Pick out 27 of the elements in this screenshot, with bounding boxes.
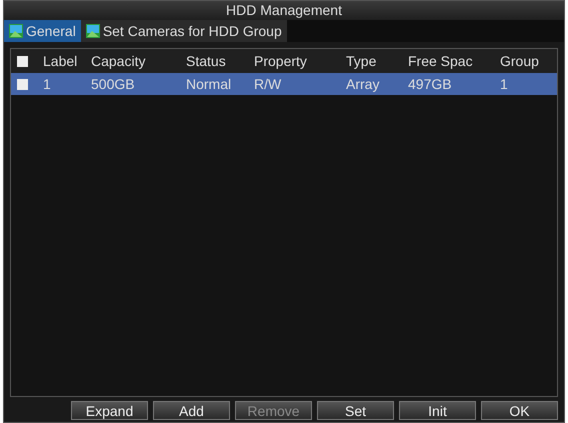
- tab[interactable]: General: [4, 20, 81, 42]
- table-cell-text: R/W: [253, 76, 282, 92]
- dialog-button[interactable]: Set: [317, 401, 394, 420]
- picture-icon: [9, 24, 23, 38]
- column-header: Capacity: [90, 53, 146, 69]
- checkbox[interactable]: [17, 78, 28, 90]
- window-title: HDD Management: [4, 1, 564, 20]
- table-cell-text: Array: [345, 76, 380, 92]
- column-header: Free Spac: [407, 53, 474, 69]
- checkbox[interactable]: [17, 56, 28, 66]
- column-header: Type: [345, 53, 378, 69]
- dialog-button[interactable]: Init: [399, 401, 476, 420]
- table-row[interactable]: 1 500GB Normal R/W Array 497GB 1: [11, 73, 557, 95]
- dialog-button[interactable]: OK: [481, 401, 558, 420]
- table-cell-text: Normal: [185, 76, 232, 92]
- table-cell-text: 497GB: [407, 76, 453, 92]
- column-header: Status: [185, 53, 227, 69]
- tab[interactable]: Set Cameras for HDD Group: [80, 20, 287, 42]
- picture-icon: [86, 24, 100, 38]
- dialog-button[interactable]: Expand: [71, 401, 148, 420]
- table-cell-text: 1: [42, 76, 52, 92]
- column-header: Label: [42, 53, 78, 69]
- table-cell-text: 1: [499, 76, 509, 92]
- dialog-button[interactable]: Add: [153, 401, 230, 420]
- table-cell-text: 500GB: [90, 76, 136, 92]
- column-header: Property: [253, 53, 308, 69]
- column-header: Group: [499, 53, 540, 69]
